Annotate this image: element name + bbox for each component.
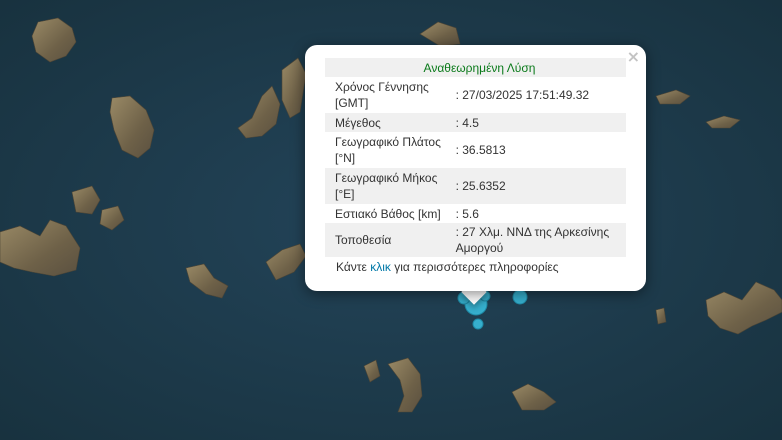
close-icon[interactable]: × [627, 47, 640, 67]
row-location: Τοποθεσία : 27 Χλμ. ΝΝΔ της Αρκεσίνης Αμ… [325, 223, 626, 257]
popup-footer: Κάντε κλικ για περισσότερες πληροφορίες [336, 260, 559, 274]
row-value: : 25.6352 [455, 168, 626, 204]
info-table: Αναθεωρημένη Λύση Χρόνος Γέννησης [GMT] … [325, 58, 626, 257]
row-label: Εστιακό Βάθος [km] [335, 206, 441, 221]
footer-text-after: για περισσότερες πληροφορίες [390, 260, 559, 274]
earthquake-marker[interactable] [472, 318, 484, 330]
row-label: Χρόνος Γέννησης [GMT] [335, 80, 429, 110]
row-magnitude: Μέγεθος : 4.5 [325, 113, 626, 132]
row-depth: Εστιακό Βάθος [km] : 5.6 [325, 204, 626, 223]
row-value: : 36.5813 [455, 143, 506, 157]
more-info-link[interactable]: κλικ [370, 260, 391, 274]
row-longitude: Γεωγραφικό Μήκος [°E] : 25.6352 [325, 168, 626, 204]
popup-title-row: Αναθεωρημένη Λύση [325, 58, 626, 77]
footer-text-before: Κάντε [336, 260, 371, 274]
row-value: : 4.5 [455, 113, 626, 132]
row-value: : 27 Χλμ. ΝΝΔ της Αρκεσίνης Αμοργού [455, 223, 626, 257]
row-label: Γεωγραφικό Μήκος [°E] [325, 168, 456, 204]
row-time: Χρόνος Γέννησης [GMT] : 27/03/2025 17:51… [325, 77, 626, 113]
island-right-mid [655, 307, 667, 325]
earthquake-popup: × Αναθεωρημένη Λύση Χρόνος Γέννησης [GMT… [305, 45, 646, 291]
popup-title: Αναθεωρημένη Λύση [325, 58, 626, 77]
row-value: : 27/03/2025 17:51:49.32 [455, 88, 590, 102]
row-label: Γεωγραφικό Πλάτος [°N] [335, 135, 441, 165]
row-label: Τοποθεσία [325, 223, 456, 257]
row-latitude: Γεωγραφικό Πλάτος [°N] : 36.5813 [325, 132, 626, 168]
row-label: Μέγεθος [325, 113, 456, 132]
row-value: : 5.6 [455, 206, 479, 221]
earthquake-marker[interactable] [512, 289, 528, 305]
